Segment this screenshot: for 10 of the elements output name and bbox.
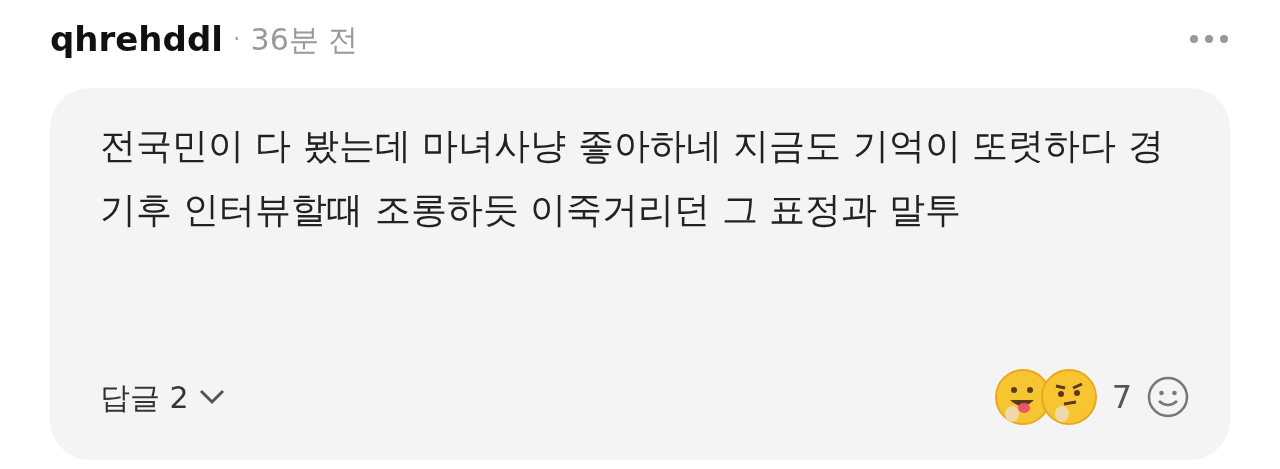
comment-time: 36분 전 xyxy=(250,20,359,59)
separator-dot: · xyxy=(232,24,241,55)
chevron-down-icon xyxy=(198,389,225,405)
more-icon[interactable] xyxy=(1190,35,1228,43)
replies-toggle[interactable]: 답글 2 xyxy=(100,374,225,420)
reaction-count: 7 xyxy=(1111,377,1132,418)
add-reaction-icon[interactable] xyxy=(1146,375,1190,419)
username[interactable]: qhrehddl xyxy=(50,13,223,65)
thinking-emoji-icon xyxy=(1039,368,1098,426)
comment-text: 전국민이 다 봤는데 마녀사냥 좋아하네 지금도 기억이 또렷하다 경기후 인터뷰할때 조롱하듯 이죽거리던 그 표정과 말투 xyxy=(100,124,1165,232)
